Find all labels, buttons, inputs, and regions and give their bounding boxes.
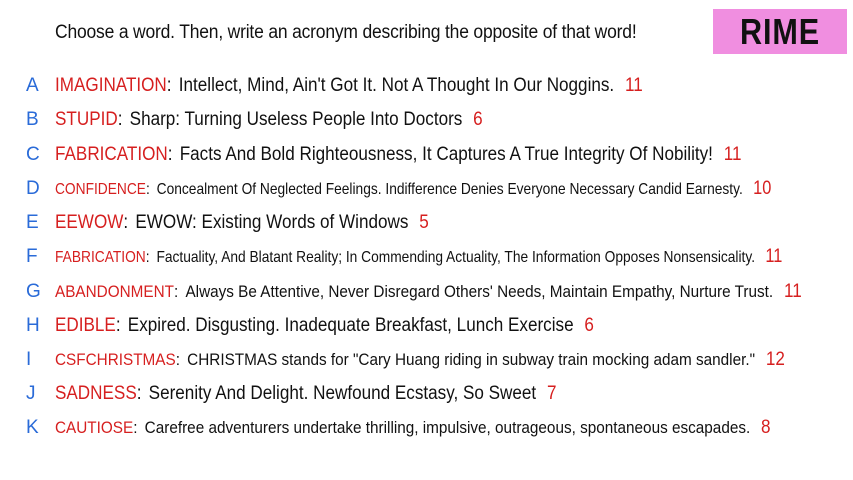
entry-acronym: Always Be Attentive, Never Disregard Oth… bbox=[185, 282, 774, 301]
entry-row: J SADNESS: Serenity And Delight. Newfoun… bbox=[0, 379, 853, 409]
entry-count: 11 bbox=[783, 281, 802, 302]
entry-acronym: Facts And Bold Righteousness, It Capture… bbox=[179, 144, 713, 165]
entry-count: 11 bbox=[624, 75, 643, 96]
entry-acronym: Serenity And Delight. Newfound Ecstasy, … bbox=[148, 383, 537, 404]
entry-word: EEWOW bbox=[55, 212, 124, 233]
entry-word: FABRICATION bbox=[55, 144, 168, 165]
entry-acronym: Intellect, Mind, Ain't Got It. Not A Tho… bbox=[178, 75, 615, 96]
entry-content: FABRICATION: Factuality, And Blatant Rea… bbox=[55, 246, 783, 267]
entry-letter: A bbox=[26, 75, 39, 96]
entry-acronym: Concealment Of Neglected Feelings. Indif… bbox=[156, 181, 743, 198]
entry-content: CONFIDENCE: Concealment Of Neglected Fee… bbox=[55, 178, 772, 199]
entry-row: I CSFCHRISTMAS: CHRISTMAS stands for "Ca… bbox=[0, 345, 853, 375]
entry-count: 6 bbox=[584, 315, 594, 336]
entry-letter: G bbox=[26, 281, 41, 302]
entry-letter: E bbox=[26, 212, 39, 233]
entry-count: 6 bbox=[473, 109, 483, 130]
entry-letter: C bbox=[26, 144, 40, 165]
entry-count: 7 bbox=[546, 383, 557, 404]
entry-word: STUPID bbox=[55, 109, 118, 130]
entry-row: C FABRICATION: Facts And Bold Righteousn… bbox=[0, 140, 853, 170]
entry-row: D CONFIDENCE: Concealment Of Neglected F… bbox=[0, 174, 853, 204]
rime-logo: RIME bbox=[713, 9, 847, 54]
entry-count: 11 bbox=[723, 144, 742, 165]
entry-content: ABANDONMENT: Always Be Attentive, Never … bbox=[55, 281, 802, 302]
entry-content: EEWOW: EWOW: Existing Words of Windows 5 bbox=[55, 212, 429, 233]
entry-acronym: Expired. Disgusting. Inadequate Breakfas… bbox=[127, 315, 574, 336]
entry-row: E EEWOW: EWOW: Existing Words of Windows… bbox=[0, 208, 853, 238]
entry-word: CONFIDENCE bbox=[55, 181, 146, 198]
entry-acronym: CHRISTMAS stands for "Cary Huang riding … bbox=[187, 350, 756, 369]
entry-content: STUPID: Sharp: Turning Useless People In… bbox=[55, 109, 483, 130]
entry-letter: I bbox=[26, 349, 32, 370]
entry-letter: D bbox=[26, 178, 40, 199]
entry-count: 12 bbox=[765, 349, 785, 370]
entry-word: CAUTIOSE bbox=[55, 418, 134, 437]
entry-letter: F bbox=[26, 246, 38, 267]
entry-acronym: Carefree adventurers undertake thrilling… bbox=[144, 418, 751, 437]
entry-letter: B bbox=[26, 109, 39, 130]
entry-word: EDIBLE bbox=[55, 315, 116, 336]
entry-row: F FABRICATION: Factuality, And Blatant R… bbox=[0, 242, 853, 272]
entry-word: IMAGINATION bbox=[55, 75, 167, 96]
entry-count: 11 bbox=[765, 246, 783, 267]
entry-acronym: EWOW: Existing Words of Windows bbox=[135, 212, 409, 233]
entry-row: G ABANDONMENT: Always Be Attentive, Neve… bbox=[0, 277, 853, 307]
entry-count: 8 bbox=[761, 417, 771, 438]
entry-content: EDIBLE: Expired. Disgusting. Inadequate … bbox=[55, 315, 594, 336]
entry-count: 10 bbox=[753, 178, 772, 199]
entry-content: CSFCHRISTMAS: CHRISTMAS stands for "Cary… bbox=[55, 349, 785, 370]
entry-letter: H bbox=[26, 315, 40, 336]
entry-content: FABRICATION: Facts And Bold Righteousnes… bbox=[55, 144, 742, 165]
entry-word: FABRICATION bbox=[55, 249, 146, 266]
entry-content: SADNESS: Serenity And Delight. Newfound … bbox=[55, 383, 557, 404]
entry-acronym: Factuality, And Blatant Reality; In Comm… bbox=[156, 249, 756, 266]
prompt-text: Choose a word. Then, write an acronym de… bbox=[55, 22, 637, 43]
entry-word: ABANDONMENT bbox=[55, 282, 175, 301]
entry-row: B STUPID: Sharp: Turning Useless People … bbox=[0, 105, 853, 135]
entry-acronym: Sharp: Turning Useless People Into Docto… bbox=[129, 109, 463, 130]
entry-content: IMAGINATION: Intellect, Mind, Ain't Got … bbox=[55, 75, 643, 96]
entry-content: CAUTIOSE: Carefree adventurers undertake… bbox=[55, 417, 771, 438]
entry-word: SADNESS bbox=[55, 383, 137, 404]
entry-letter: K bbox=[26, 417, 39, 438]
entry-row: K CAUTIOSE: Carefree adventurers underta… bbox=[0, 413, 853, 443]
entry-count: 5 bbox=[419, 212, 429, 233]
logo-text: RIME bbox=[740, 10, 820, 52]
entry-letter: J bbox=[26, 383, 36, 404]
entry-row: A IMAGINATION: Intellect, Mind, Ain't Go… bbox=[0, 71, 853, 101]
entry-word: CSFCHRISTMAS bbox=[55, 350, 176, 369]
entry-row: H EDIBLE: Expired. Disgusting. Inadequat… bbox=[0, 311, 853, 341]
